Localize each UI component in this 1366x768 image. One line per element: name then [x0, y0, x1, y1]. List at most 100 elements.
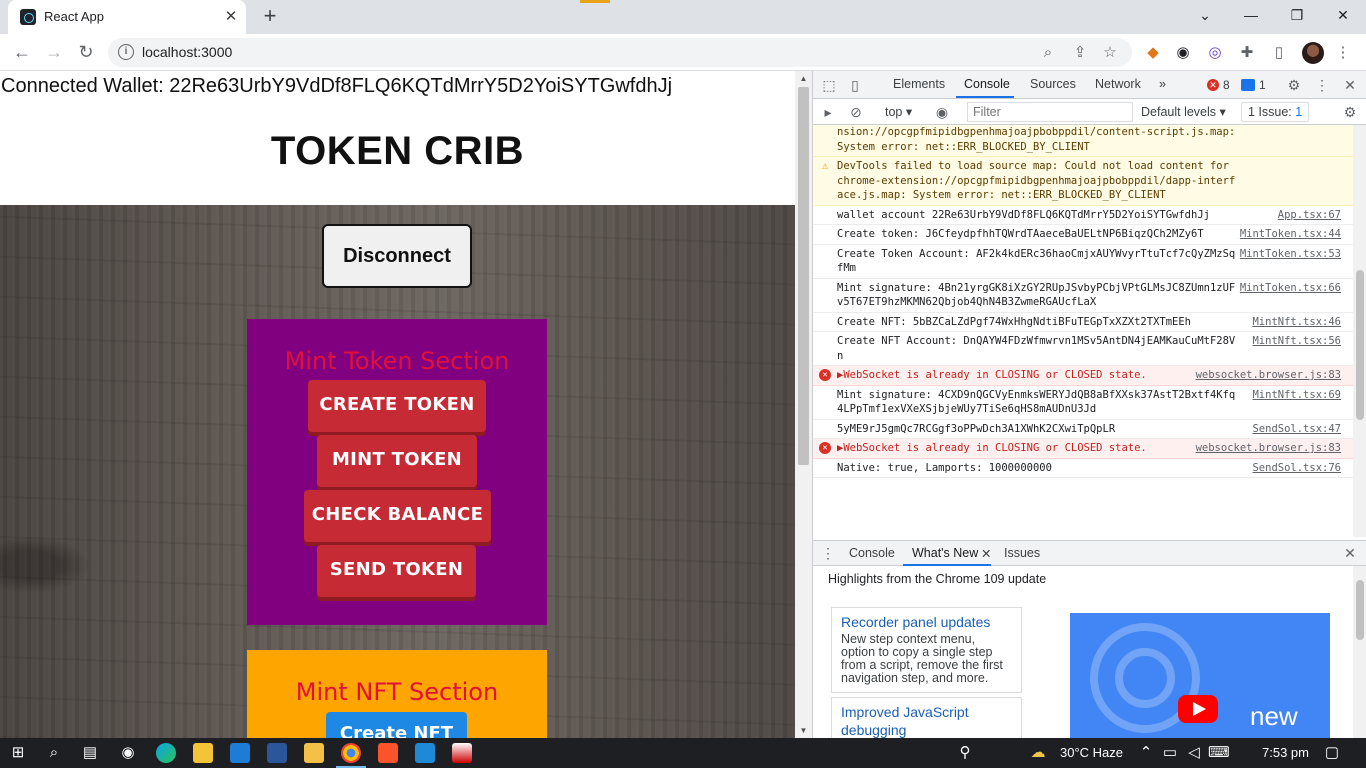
settings-gear-icon[interactable]: ⚙: [1285, 76, 1303, 94]
notifications-icon[interactable]: ▢: [1322, 743, 1342, 763]
source-link[interactable]: SendSol.tsx:76: [1252, 461, 1341, 476]
whats-new-scrollbar[interactable]: [1353, 566, 1366, 738]
omnibox[interactable]: i localhost:3000 ⌕ ⇪ ☆: [108, 38, 1132, 67]
mint-token-button[interactable]: MINT TOKEN: [317, 435, 477, 487]
device-toolbar-icon[interactable]: ▯: [846, 76, 864, 94]
phantom-extension-icon[interactable]: ◎: [1204, 42, 1226, 64]
browser-menu-icon[interactable]: ⋮: [1332, 42, 1354, 64]
source-link[interactable]: MintNft.tsx:46: [1252, 315, 1341, 330]
clock-time[interactable]: 7:53 pm: [1262, 745, 1309, 760]
search-icon[interactable]: ⌕: [44, 743, 64, 763]
source-link[interactable]: MintNft.tsx:56: [1252, 334, 1341, 349]
close-devtools-icon[interactable]: ✕: [1341, 76, 1359, 94]
file-explorer-icon[interactable]: [304, 743, 324, 763]
reload-button[interactable]: ↻: [74, 40, 98, 64]
volume-icon[interactable]: ◁: [1184, 743, 1204, 763]
side-panel-icon[interactable]: ▯: [1268, 42, 1290, 64]
youtube-play-icon[interactable]: [1178, 695, 1218, 723]
log-levels-dropdown[interactable]: Default levels ▾: [1141, 104, 1226, 119]
url-text[interactable]: localhost:3000: [142, 44, 232, 60]
close-window-button[interactable]: ✕: [1320, 0, 1366, 30]
card-title[interactable]: Improved JavaScript debugging: [841, 703, 1012, 738]
zoom-icon[interactable]: ⌕: [1038, 43, 1058, 63]
extensions-puzzle-icon[interactable]: ✚: [1236, 42, 1258, 64]
scroll-down-arrow-icon[interactable]: ▼: [799, 726, 808, 735]
live-expression-eye-icon[interactable]: ◉: [933, 103, 951, 121]
drawer-tab-issues[interactable]: Issues: [1004, 546, 1040, 560]
browser-tab[interactable]: React App ✕: [8, 0, 246, 34]
drawer-tab-whats-new[interactable]: What's New: [912, 546, 978, 560]
chrome-browser-icon[interactable]: [341, 743, 361, 763]
error-count-badge[interactable]: ✕ 8: [1205, 76, 1230, 94]
source-link[interactable]: websocket.browser.js:83: [1196, 368, 1341, 383]
metamask-extension-icon[interactable]: ◆: [1142, 42, 1164, 64]
tab-close-icon[interactable]: ✕: [222, 8, 240, 26]
weather-icon[interactable]: ☁: [1028, 743, 1048, 763]
tab-network[interactable]: Network: [1095, 77, 1141, 91]
people-icon[interactable]: ⚲: [955, 743, 975, 763]
context-selector[interactable]: top ▾: [885, 104, 912, 119]
send-token-button[interactable]: SEND TOKEN: [317, 545, 476, 597]
source-link[interactable]: MintToken.tsx:44: [1240, 227, 1341, 242]
bookmark-star-icon[interactable]: ☆: [1100, 43, 1120, 63]
console-scrollbar[interactable]: [1353, 125, 1366, 537]
forward-button[interactable]: →: [42, 40, 66, 64]
create-token-button[interactable]: CREATE TOKEN: [308, 380, 486, 432]
console-settings-icon[interactable]: ⚙: [1341, 103, 1359, 121]
page-scrollbar[interactable]: ▲ ▼: [795, 71, 812, 738]
issues-button[interactable]: 1 Issue: 1: [1241, 102, 1310, 122]
word-app-icon[interactable]: [267, 743, 287, 763]
close-drawer-icon[interactable]: ✕: [1341, 544, 1359, 562]
store-app-icon[interactable]: [193, 743, 213, 763]
back-button[interactable]: ←: [10, 40, 34, 64]
mail-app-icon[interactable]: [230, 743, 250, 763]
edge-browser-icon[interactable]: [156, 743, 176, 763]
console-filter[interactable]: [967, 102, 1133, 122]
source-link[interactable]: App.tsx:67: [1278, 208, 1341, 223]
profile-avatar[interactable]: [1302, 42, 1324, 64]
page-scrollbar-thumb[interactable]: [798, 87, 809, 465]
debugging-update-card[interactable]: Improved JavaScript debugging: [831, 697, 1022, 738]
tab-console[interactable]: Console: [964, 77, 1010, 91]
devtools-menu-icon[interactable]: ⋮: [1313, 76, 1331, 94]
drawer-tab-console[interactable]: Console: [849, 546, 895, 560]
drawer-menu-icon[interactable]: ⋮: [819, 544, 837, 562]
camera-app-icon[interactable]: ◉: [118, 743, 138, 763]
console-error-row[interactable]: ✕ ▶WebSocket is already in CLOSING or CL…: [813, 439, 1353, 459]
card-title[interactable]: Recorder panel updates: [841, 613, 1012, 631]
site-info-icon[interactable]: i: [118, 44, 134, 60]
disconnect-button[interactable]: Disconnect: [322, 224, 472, 288]
sidebar-toggle-icon[interactable]: ▸: [819, 103, 837, 121]
close-whats-new-icon[interactable]: ✕: [981, 546, 991, 561]
restore-button[interactable]: ❐: [1274, 0, 1320, 30]
whats-new-scrollbar-thumb[interactable]: [1356, 580, 1364, 640]
message-count-badge[interactable]: 1: [1241, 76, 1266, 94]
console-scrollbar-thumb[interactable]: [1356, 270, 1364, 420]
source-link[interactable]: SendSol.tsx:47: [1252, 422, 1341, 437]
minimize-button[interactable]: —: [1228, 0, 1274, 30]
tab-sources[interactable]: Sources: [1030, 77, 1076, 91]
check-balance-button[interactable]: CHECK BALANCE: [304, 490, 491, 542]
tab-elements[interactable]: Elements: [893, 77, 945, 91]
inspect-element-icon[interactable]: ⬚: [820, 76, 838, 94]
video-thumbnail[interactable]: new: [1070, 613, 1330, 738]
tab-search-dropdown-icon[interactable]: ⌄: [1182, 0, 1228, 30]
pdf-app-icon[interactable]: [452, 743, 472, 763]
create-nft-button[interactable]: Create NFT: [326, 712, 467, 738]
more-tabs-icon[interactable]: »: [1159, 77, 1166, 91]
source-link[interactable]: websocket.browser.js:83: [1196, 441, 1341, 456]
source-link[interactable]: MintToken.tsx:53: [1240, 247, 1341, 262]
source-link[interactable]: MintNft.tsx:69: [1252, 388, 1341, 403]
filter-input[interactable]: [973, 105, 1123, 119]
vscode-app-icon[interactable]: [415, 743, 435, 763]
weather-text[interactable]: 30°C Haze: [1060, 745, 1123, 760]
scroll-up-arrow-icon[interactable]: ▲: [799, 74, 808, 83]
windows-start-icon[interactable]: ⊞: [8, 743, 28, 763]
show-hidden-icons[interactable]: ⌃: [1136, 743, 1156, 763]
extension-icon[interactable]: ◉: [1172, 42, 1194, 64]
new-tab-button[interactable]: +: [258, 5, 282, 29]
language-icon[interactable]: ⌨: [1208, 743, 1230, 763]
task-view-icon[interactable]: ▤: [80, 743, 100, 763]
network-icon[interactable]: ▭: [1160, 743, 1180, 763]
recorder-update-card[interactable]: Recorder panel updates New step context …: [831, 607, 1022, 693]
